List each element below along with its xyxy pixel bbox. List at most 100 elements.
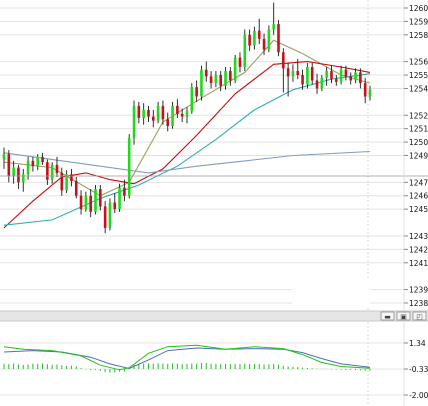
bull-candle-body xyxy=(84,195,88,210)
bear-candle-body xyxy=(229,71,232,81)
bear-candle-body xyxy=(7,154,11,176)
bear-candle-body xyxy=(248,34,251,46)
bear-candle-body xyxy=(195,87,198,97)
restore-button[interactable]: ◰ xyxy=(412,311,427,321)
bear-candle-body xyxy=(55,164,59,173)
bear-candle-body xyxy=(257,30,261,39)
bear-candle-body xyxy=(70,174,73,181)
panel-buttons: ▬ ▣ ◰ xyxy=(380,311,427,321)
bull-candle-body xyxy=(291,71,295,77)
bull-candle-body xyxy=(50,164,54,180)
bear-candle-body xyxy=(286,68,290,77)
bull-candle-body xyxy=(142,109,145,118)
price-tick-label: 1260. xyxy=(409,4,428,13)
price-tick-label: 1258. xyxy=(409,31,428,40)
bear-candle-body xyxy=(180,113,184,117)
candle xyxy=(277,20,280,57)
bear-candle-body xyxy=(79,195,83,210)
bull-candle-body xyxy=(26,160,30,175)
bull-candle-body xyxy=(325,71,328,78)
bear-candle-body xyxy=(31,160,35,167)
bull-candle-body xyxy=(233,57,237,81)
candle xyxy=(118,183,121,212)
bear-candle-body xyxy=(46,162,49,180)
bull-candle-body xyxy=(339,69,343,82)
maximize-button[interactable]: ▣ xyxy=(396,311,411,321)
indicator-tick-label: 1.34 xyxy=(409,339,426,348)
bear-candle-body xyxy=(301,75,304,85)
candle xyxy=(233,54,237,84)
candle xyxy=(94,185,97,215)
bear-candle-body xyxy=(41,156,44,163)
bull-candle-body xyxy=(200,69,203,97)
blank-label-box xyxy=(292,278,370,306)
bear-candle-body xyxy=(344,69,348,77)
candle xyxy=(127,134,131,199)
bear-candle-body xyxy=(310,67,314,81)
panel-separator: ▬ ▣ ◰ xyxy=(0,310,428,322)
bull-candle-body xyxy=(12,167,15,176)
price-tick-label: 1242. xyxy=(409,245,428,254)
bull-candle-body xyxy=(2,154,6,160)
indicator-tick-label: -0.33 xyxy=(409,365,428,374)
bull-candle-body xyxy=(243,34,247,67)
price-tick-label: 1255. xyxy=(409,71,428,80)
candle xyxy=(171,101,174,129)
bear-candle-body xyxy=(334,79,338,82)
bear-candle-body xyxy=(315,80,319,89)
bear-candle-body xyxy=(296,71,300,76)
price-panel: 1260. 1259. 1258. 1256. 1255. 1254. 1252. 1251.… xyxy=(0,0,428,311)
bull-candle-body xyxy=(320,77,324,89)
bull-candle-body xyxy=(171,105,174,126)
indicator-tick-label: -2.00 xyxy=(409,391,428,400)
bull-candle-body xyxy=(132,105,136,139)
bull-candle-body xyxy=(94,189,97,212)
candle xyxy=(200,65,203,101)
price-tick-label: 1249. xyxy=(409,152,428,161)
price-tick-label: 1246. xyxy=(409,192,428,201)
trading-chart: 1260. 1259. 1258. 1256. 1255. 1254. 1252. 1251.… xyxy=(0,0,428,406)
bull-candle-body xyxy=(272,24,275,30)
bull-candle-body xyxy=(108,202,112,228)
bull-candle-body xyxy=(65,174,68,191)
bear-candle-body xyxy=(60,172,64,191)
bear-candle-body xyxy=(103,206,107,228)
minimize-button[interactable]: ▬ xyxy=(380,311,395,321)
price-tick-label: 1250. xyxy=(409,138,428,147)
candle xyxy=(190,83,194,114)
price-tick-label: 1254. xyxy=(409,84,428,93)
bull-candle-body xyxy=(253,30,256,46)
bull-candle-body xyxy=(21,174,25,183)
price-tick-label: 1259. xyxy=(409,17,428,26)
bear-candle-body xyxy=(113,202,117,210)
bear-candle-body xyxy=(137,105,141,118)
bear-candle-body xyxy=(147,109,150,117)
bull-candle-body xyxy=(185,111,189,117)
bear-candle-body xyxy=(74,180,78,196)
price-tick-label: 1247. xyxy=(409,178,428,187)
bear-candle-body xyxy=(238,57,242,67)
bear-candle-body xyxy=(349,76,353,81)
price-tick-label: 1243. xyxy=(409,232,428,241)
bear-candle-body xyxy=(282,52,285,69)
price-tick-label: 1251. xyxy=(409,125,428,134)
price-tick-label: 1245. xyxy=(409,205,428,214)
bear-candle-body xyxy=(17,167,20,183)
bear-candle-body xyxy=(176,105,179,114)
bull-candle-body xyxy=(127,138,131,196)
price-tick-label: 1239. xyxy=(409,286,428,295)
bear-candle-body xyxy=(99,189,102,207)
bull-candle-body xyxy=(190,87,194,112)
bull-candle-body xyxy=(306,67,309,85)
button-glyph: ▣ xyxy=(400,313,407,321)
bear-candle-body xyxy=(89,195,92,212)
bear-candle-body xyxy=(330,71,333,80)
bull-candle-body xyxy=(214,75,218,84)
bull-candle-body xyxy=(156,105,160,121)
bear-candle-body xyxy=(262,38,266,50)
button-glyph: ◰ xyxy=(416,313,423,321)
bear-candle-body xyxy=(277,24,280,53)
price-tick-label: 1256. xyxy=(409,58,428,67)
bear-candle-body xyxy=(359,72,362,84)
bear-candle-body xyxy=(161,105,165,120)
